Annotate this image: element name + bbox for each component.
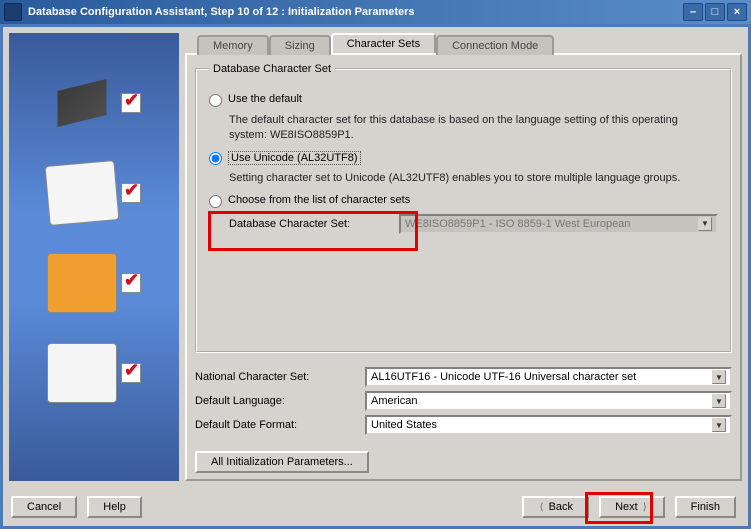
national-charset-combo[interactable]: AL16UTF16 - Unicode UTF-16 Universal cha… <box>365 367 732 387</box>
all-init-params-button[interactable]: All Initialization Parameters... <box>195 451 369 473</box>
back-button[interactable]: ⟨ Back <box>522 496 589 518</box>
chip-icon <box>47 73 117 133</box>
help-button[interactable]: Help <box>87 496 142 518</box>
tab-content: Database Character Set Use the default T… <box>185 53 742 481</box>
default-date-label: Default Date Format: <box>195 419 355 431</box>
national-charset-label: National Character Set: <box>195 371 355 383</box>
radio-use-default[interactable]: Use the default <box>209 93 718 107</box>
default-date-combo[interactable]: United States ▼ <box>365 415 732 435</box>
title-bar: Database Configuration Assistant, Step 1… <box>0 0 751 24</box>
step-2 <box>19 163 169 223</box>
default-language-label: Default Language: <box>195 395 355 407</box>
question-folder-icon <box>47 343 117 403</box>
radio-use-default-label: Use the default <box>228 93 302 105</box>
app-icon <box>4 3 22 21</box>
step-1 <box>19 73 169 133</box>
close-button[interactable]: × <box>727 3 747 21</box>
main-panel: Memory Sizing Character Sets Connection … <box>185 33 742 481</box>
db-charset-group: Database Character Set Use the default T… <box>195 63 732 353</box>
db-charset-combo: WE8ISO8859P1 - ISO 8859-1 West European … <box>399 214 718 234</box>
default-language-value: American <box>371 395 417 407</box>
radio-use-unicode[interactable]: Use Unicode (AL32UTF8) <box>209 151 718 165</box>
use-unicode-desc: Setting character set to Unicode (AL32UT… <box>229 171 718 186</box>
tab-sizing[interactable]: Sizing <box>269 35 331 55</box>
pages-icon <box>45 160 120 226</box>
db-charset-label: Database Character Set: <box>229 218 389 230</box>
cancel-button[interactable]: Cancel <box>11 496 77 518</box>
chevron-right-icon: ⟩ <box>641 502 649 513</box>
chevron-down-icon[interactable]: ▼ <box>712 394 726 408</box>
radio-choose-list-label: Choose from the list of character sets <box>228 194 410 206</box>
step-3 <box>19 253 169 313</box>
db-charset-row: Database Character Set: WE8ISO8859P1 - I… <box>229 214 718 234</box>
use-default-desc: The default character set for this datab… <box>229 113 718 143</box>
tab-connection-mode[interactable]: Connection Mode <box>436 35 554 55</box>
chevron-down-icon: ▼ <box>698 217 712 231</box>
tabs: Memory Sizing Character Sets Connection … <box>197 33 742 53</box>
wizard-nav-bar: Cancel Help ⟨ Back Next ⟩ Finish <box>11 496 736 518</box>
step-4 <box>19 343 169 403</box>
radio-use-unicode-input[interactable] <box>209 152 222 165</box>
db-charset-value: WE8ISO8859P1 - ISO 8859-1 West European <box>405 218 630 230</box>
back-label: Back <box>549 501 573 513</box>
window-title: Database Configuration Assistant, Step 1… <box>28 6 683 18</box>
checkmark-icon <box>121 183 141 203</box>
national-charset-value: AL16UTF16 - Unicode UTF-16 Universal cha… <box>371 371 636 383</box>
finish-button[interactable]: Finish <box>675 496 736 518</box>
tab-memory[interactable]: Memory <box>197 35 269 55</box>
checkmark-icon <box>121 363 141 383</box>
minimize-button[interactable]: – <box>683 3 703 21</box>
radio-choose-list-input[interactable] <box>209 195 222 208</box>
wizard-steps-sidebar <box>9 33 179 481</box>
chevron-left-icon: ⟨ <box>538 502 546 513</box>
shapes-icon <box>47 253 117 313</box>
radio-use-unicode-label: Use Unicode (AL32UTF8) <box>228 151 361 165</box>
next-button[interactable]: Next ⟩ <box>599 496 665 518</box>
checkmark-icon <box>121 273 141 293</box>
maximize-button[interactable]: □ <box>705 3 725 21</box>
default-date-value: United States <box>371 419 437 431</box>
tab-character-sets[interactable]: Character Sets <box>331 33 436 53</box>
chevron-down-icon[interactable]: ▼ <box>712 418 726 432</box>
chevron-down-icon[interactable]: ▼ <box>712 370 726 384</box>
checkmark-icon <box>121 93 141 113</box>
next-label: Next <box>615 501 638 513</box>
default-language-combo[interactable]: American ▼ <box>365 391 732 411</box>
group-legend: Database Character Set <box>209 63 335 75</box>
radio-choose-list[interactable]: Choose from the list of character sets <box>209 194 718 208</box>
radio-use-default-input[interactable] <box>209 94 222 107</box>
